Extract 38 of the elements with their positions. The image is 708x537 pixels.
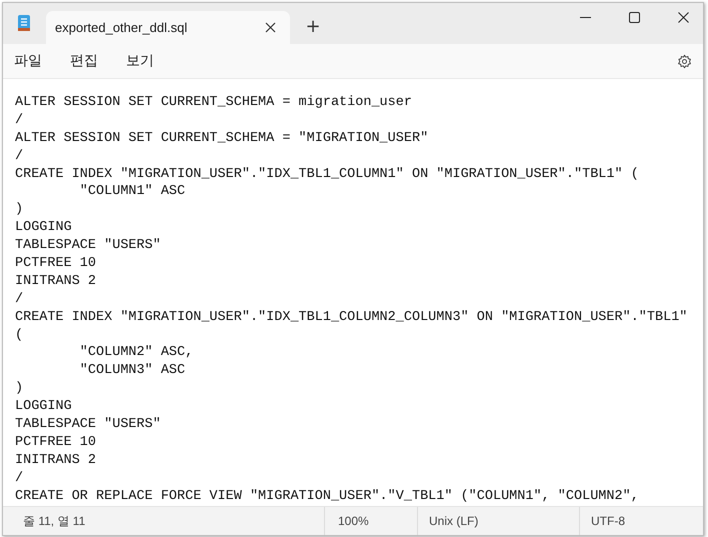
code-line: "COLUMN1" ASC	[78, 183, 186, 202]
code-line: CREATE OR REPLACE FORCE VIEW "MIGRATION_USER"."V_TBL1" ("COLUMN1", "COLUMN2",	[15, 488, 640, 506]
code-line: TABLESPACE "USERS"	[15, 416, 162, 434]
close-tab-icon[interactable]	[265, 22, 276, 33]
code-line: "COLUMN2" ASC,	[78, 344, 194, 362]
code-line: LOGGING	[15, 219, 73, 238]
code-line: ALTER SESSION SET CURRENT_SCHEMA = "MIGRATION_USER"	[15, 130, 430, 148]
code-line: /	[15, 112, 24, 130]
code-line: INITRANS 2	[15, 272, 98, 291]
code-line: )	[15, 380, 24, 398]
menu-item[interactable]: 편집	[70, 52, 98, 70]
code-line: /	[15, 148, 24, 166]
maximize-icon[interactable]	[629, 12, 640, 23]
zoom-level[interactable]: 100%	[338, 514, 369, 528]
code-line: )	[15, 201, 24, 220]
encoding[interactable]: UTF-8	[591, 514, 625, 528]
code-line: CREATE INDEX "MIGRATION_USER"."IDX_TBL1_COLUMN1" ON "MIGRATION_USER"."TBL1" (	[15, 166, 640, 184]
code-line: CREATE INDEX "MIGRATION_USER"."IDX_TBL1_COLUMN2_COLUMN3" ON "MIGRATION_USER"."TBL1"	[15, 308, 688, 327]
code-line: LOGGING	[15, 398, 73, 416]
menu-item[interactable]: 파일	[14, 52, 42, 70]
new-tab-button[interactable]: +	[300, 12, 326, 40]
code-line: ALTER SESSION SET CURRENT_SCHEMA = migration_user	[15, 94, 413, 112]
close-icon[interactable]	[678, 12, 689, 23]
code-line: /	[15, 290, 24, 309]
settings-icon[interactable]	[677, 54, 692, 68]
cursor-position: 줄 11, 열 11	[23, 512, 86, 530]
code-line: PCTFREE 10	[15, 434, 98, 452]
code-line: /	[15, 470, 24, 488]
code-line: TABLESPACE "USERS"	[15, 237, 162, 256]
file-tab[interactable]: exported_other_ddl.sql	[46, 11, 290, 44]
notepad-icon	[17, 14, 31, 32]
code-line: PCTFREE 10	[15, 255, 98, 273]
code-line: INITRANS 2	[15, 452, 98, 470]
tab-title: exported_other_ddl.sql	[55, 20, 188, 35]
code-line: (	[15, 326, 24, 344]
menu-item[interactable]: 보기	[126, 52, 154, 70]
line-ending[interactable]: Unix (LF)	[429, 514, 478, 528]
code-line: "COLUMN3" ASC	[78, 362, 186, 380]
